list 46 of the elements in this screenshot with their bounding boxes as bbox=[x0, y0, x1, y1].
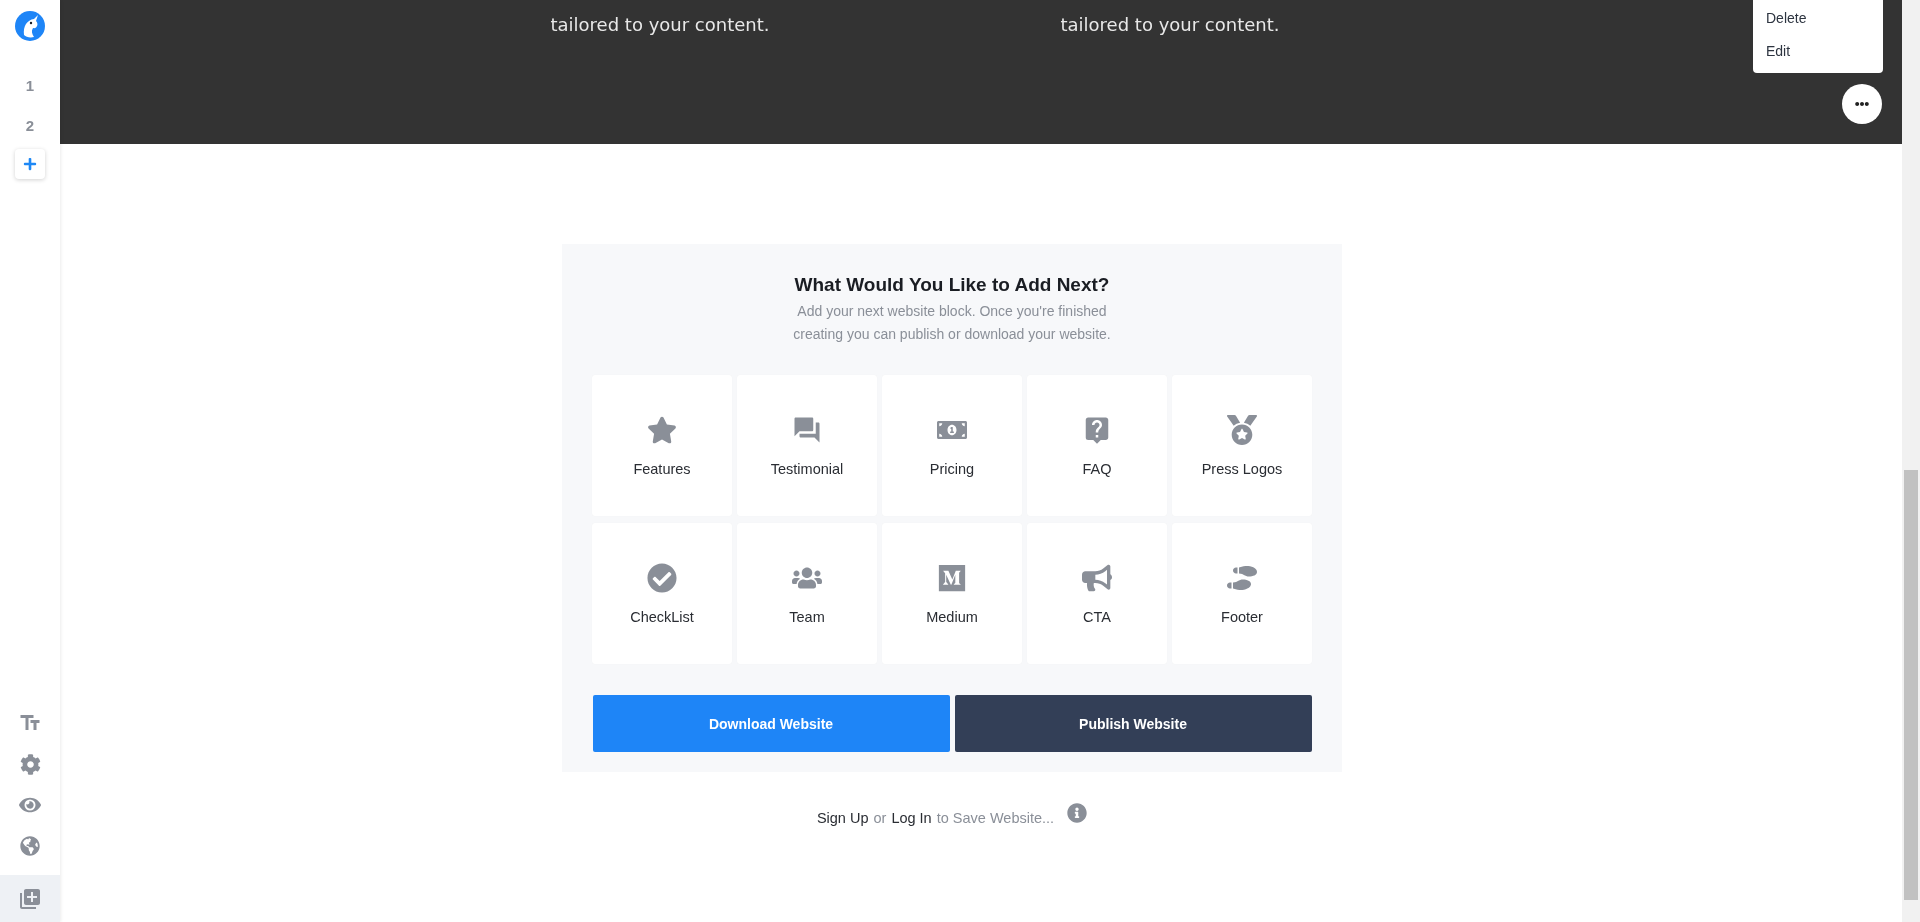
medal-icon bbox=[1227, 414, 1257, 445]
block-tile[interactable]: Footer bbox=[1172, 523, 1312, 664]
block-tile[interactable]: Testimonial bbox=[737, 375, 877, 516]
info-icon[interactable] bbox=[1067, 803, 1088, 823]
hero-text: tailored to your content. bbox=[549, 13, 771, 37]
panel-subtitle: creating you can publish or download your website. bbox=[793, 325, 1111, 344]
tile-label: Team bbox=[789, 608, 825, 625]
tile-label: Footer bbox=[1221, 608, 1263, 625]
block-tile[interactable]: Press Logos bbox=[1172, 375, 1312, 516]
tile-label: Medium bbox=[926, 608, 978, 625]
menu-item[interactable]: Delete bbox=[1753, 6, 1883, 31]
log-in-link[interactable]: Log In bbox=[891, 810, 932, 826]
tile-label: Press Logos bbox=[1201, 460, 1283, 477]
scrollbar[interactable] bbox=[1902, 0, 1920, 922]
tile-label: Features bbox=[633, 460, 691, 477]
or-text: or bbox=[873, 810, 887, 826]
block-tile[interactable]: CTA bbox=[1027, 523, 1167, 664]
panel-title: What Would You Like to Add Next? bbox=[794, 274, 1110, 296]
unicorn-logo-icon bbox=[15, 11, 45, 41]
more-button[interactable] bbox=[1842, 84, 1882, 124]
megaphone-icon bbox=[1082, 562, 1112, 593]
publish-button[interactable]: Publish Website bbox=[954, 695, 1312, 752]
plus-icon bbox=[23, 157, 37, 171]
block-tile[interactable]: CheckList bbox=[592, 523, 732, 664]
globe-icon[interactable] bbox=[18, 834, 42, 858]
star-icon bbox=[647, 414, 677, 445]
add-page-button[interactable] bbox=[15, 149, 45, 179]
save-text: to Save Website... bbox=[936, 810, 1055, 826]
block-tile[interactable]: Pricing bbox=[882, 375, 1022, 516]
tile-label: Testimonial bbox=[770, 460, 844, 477]
block-tile[interactable]: Team bbox=[737, 523, 877, 664]
tile-label: CheckList bbox=[630, 608, 694, 625]
sign-up-link[interactable]: Sign Up bbox=[816, 810, 869, 826]
tile-label: CTA bbox=[1083, 608, 1111, 625]
add-block-icon[interactable] bbox=[18, 886, 42, 911]
scrollbar-thumb[interactable] bbox=[1904, 470, 1918, 900]
menu-item[interactable]: Edit bbox=[1753, 39, 1883, 64]
block-tile[interactable]: Features bbox=[592, 375, 732, 516]
block-tile[interactable]: FAQ bbox=[1027, 375, 1167, 516]
panel-subtitle: Add your next website block. Once you're finished bbox=[797, 302, 1107, 321]
hero-text: tailored to your content. bbox=[1059, 13, 1281, 37]
settings-icon[interactable] bbox=[18, 752, 42, 776]
download-button[interactable]: Download Website bbox=[592, 695, 950, 752]
tile-label: FAQ bbox=[1082, 460, 1112, 477]
tile-label: Pricing bbox=[929, 460, 975, 477]
block-tile[interactable]: Medium bbox=[882, 523, 1022, 664]
